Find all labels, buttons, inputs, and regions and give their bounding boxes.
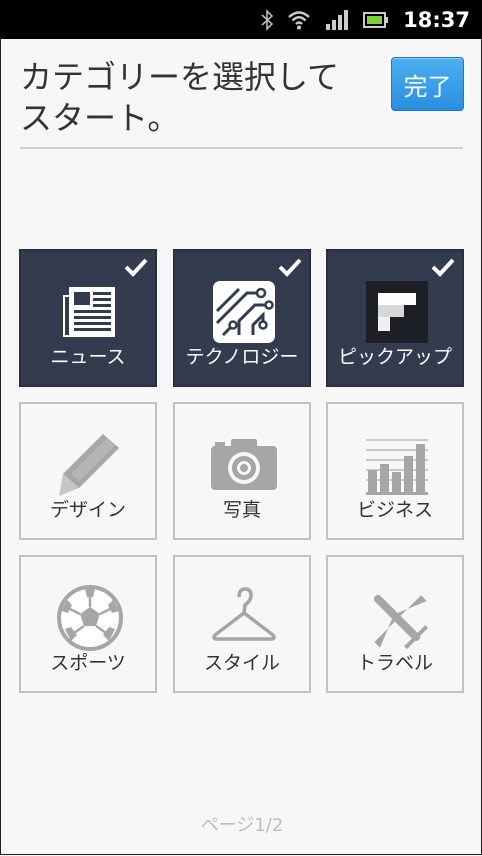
newspaper-icon [63,287,115,337]
category-grid: ニュース テクノロジー ピックアップ デザイン 写真 ビジネス スポーツ スタイ… [19,249,465,693]
wifi-icon [288,10,310,29]
category-tile-sports[interactable]: スポーツ [19,555,157,693]
camera-icon [211,439,277,490]
category-tile-style[interactable]: スタイル [173,555,311,693]
category-label: ニュース [50,346,126,368]
bar-chart-icon [366,439,428,495]
check-icon [124,258,148,277]
flipboard-logo-icon [366,281,428,343]
battery-icon [363,11,389,28]
signal-icon [326,9,349,30]
page-indicator: ページ1/2 [200,815,284,836]
category-label: スポーツ [50,652,126,674]
hanger-icon [212,587,276,641]
category-label: ビジネス [356,499,433,521]
category-label: テクノロジー [185,346,299,368]
category-label: ピックアップ [337,346,452,368]
bluetooth-icon [261,8,274,31]
circuit-board-icon [213,281,275,343]
status-bar: 18:37 [0,0,482,39]
category-label: 写真 [222,499,261,521]
category-tile-business[interactable]: ビジネス [326,402,464,540]
category-tile-photo[interactable]: 写真 [173,402,311,540]
soccer-ball-icon [57,585,123,651]
check-icon [278,258,302,277]
check-icon [431,258,455,277]
page-title: カテゴリーを選択してスタート。 [20,58,340,137]
airplane-icon [373,594,429,650]
done-button[interactable]: 完了 [391,57,464,111]
category-tile-pickup[interactable]: ピックアップ [326,249,464,387]
category-label: スタイル [203,652,280,674]
category-label: デザイン [49,499,126,521]
category-tile-news[interactable]: ニュース [19,249,157,387]
pencil-icon [59,434,119,496]
category-tile-design[interactable]: デザイン [19,402,157,540]
header-divider [20,147,463,149]
category-tile-travel[interactable]: トラベル [326,555,464,693]
status-clock: 18:37 [403,7,470,32]
status-icons: 18:37 [261,0,482,39]
category-picker-screen: カテゴリーを選択してスタート。 完了 ニュース テクノロジー ピックアップ デザ… [0,39,482,855]
category-label: トラベル [356,652,433,674]
category-tile-technology[interactable]: テクノロジー [173,249,311,387]
